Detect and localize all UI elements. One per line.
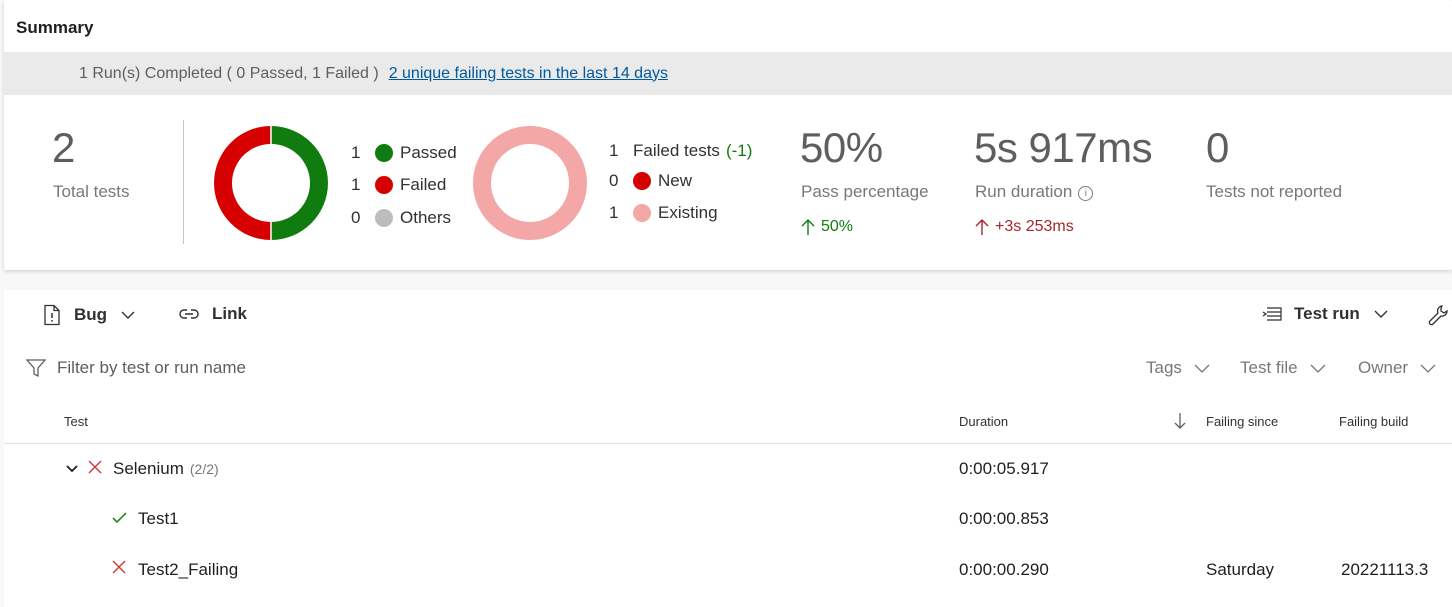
divider bbox=[183, 120, 184, 244]
legend-passed: 1 Passed bbox=[351, 143, 457, 162]
test-name: Test2_Failing bbox=[138, 560, 239, 579]
failed-x-icon bbox=[112, 560, 126, 574]
chevron-down-icon bbox=[1420, 364, 1436, 373]
outcome-donut-chart bbox=[214, 126, 328, 240]
arrow-up-icon bbox=[801, 219, 815, 235]
donut-slice-failed bbox=[214, 126, 271, 240]
sort-descending-icon[interactable] bbox=[1174, 412, 1186, 430]
info-icon[interactable]: i bbox=[1078, 186, 1094, 201]
filter-input[interactable]: Filter by test or run name bbox=[26, 358, 246, 378]
settings-button[interactable] bbox=[1428, 304, 1452, 326]
bug-button[interactable]: Bug bbox=[42, 304, 147, 326]
others-dot-icon bbox=[375, 209, 393, 227]
summary-title: Summary bbox=[16, 18, 94, 37]
not-reported-value: 0 bbox=[1206, 124, 1229, 171]
pass-percentage-label: Pass percentage bbox=[801, 182, 929, 201]
test-duration: 0:00:00.290 bbox=[959, 560, 1049, 579]
summary-card: Summary 1 Run(s) Completed ( 0 Passed, 1… bbox=[4, 0, 1452, 270]
run-duration-value: 5s 917ms bbox=[974, 124, 1153, 171]
toolbar: Bug Link Test run bbox=[4, 290, 1452, 338]
passed-dot-icon bbox=[375, 144, 393, 162]
group-by-icon bbox=[1262, 307, 1282, 321]
test-name: Test1 bbox=[138, 509, 179, 528]
failed-dot-icon bbox=[375, 176, 393, 194]
legend-existing: 1 Existing bbox=[609, 203, 718, 222]
results-panel: Bug Link Test run Filter by test or run … bbox=[4, 290, 1452, 607]
pass-percentage-trend: 50% bbox=[801, 218, 853, 236]
donut-slice-existing bbox=[473, 126, 587, 240]
run-duration-label: Run duration i bbox=[975, 182, 1094, 202]
run-summary-banner: 1 Run(s) Completed ( 0 Passed, 1 Failed … bbox=[4, 52, 1452, 95]
owner-dropdown[interactable]: Owner bbox=[1358, 358, 1436, 378]
legend-failed: 1 Failed bbox=[351, 175, 447, 194]
test-duration: 0:00:05.917 bbox=[959, 459, 1049, 478]
new-dot-icon bbox=[633, 172, 651, 190]
test-name: Selenium (2/2) bbox=[113, 459, 219, 478]
failed-tests-donut-chart bbox=[473, 126, 587, 240]
pass-percentage-value: 50% bbox=[800, 124, 883, 171]
test-run-dropdown[interactable]: Test run bbox=[1262, 304, 1400, 324]
total-tests-value: 2 bbox=[52, 124, 75, 171]
not-reported-label: Tests not reported bbox=[1206, 182, 1343, 201]
link-button[interactable]: Link bbox=[178, 304, 247, 324]
existing-dot-icon bbox=[633, 204, 651, 222]
total-tests-label: Total tests bbox=[53, 182, 130, 201]
arrow-up-icon bbox=[975, 219, 989, 235]
filter-bar: Filter by test or run name Tags Test fil… bbox=[4, 342, 1452, 394]
failing-since: Saturday bbox=[1206, 560, 1275, 579]
column-failing-since[interactable]: Failing since bbox=[1206, 414, 1278, 429]
chevron-down-icon bbox=[1194, 364, 1210, 373]
chevron-down-icon bbox=[1310, 364, 1326, 373]
bug-icon bbox=[44, 304, 60, 326]
passed-check-icon bbox=[112, 512, 127, 523]
legend-others: 0 Others bbox=[351, 208, 452, 227]
wrench-icon bbox=[1428, 305, 1448, 326]
column-duration[interactable]: Duration bbox=[959, 414, 1008, 429]
failing-build: 20221113.3 bbox=[1341, 560, 1429, 579]
chevron-down-icon[interactable] bbox=[66, 465, 78, 473]
chevron-down-icon bbox=[1374, 310, 1388, 318]
link-icon bbox=[179, 309, 199, 319]
test-file-dropdown[interactable]: Test file bbox=[1240, 358, 1326, 378]
table-row[interactable]: Test1 0:00:00.853 bbox=[4, 495, 1452, 545]
donut-slice-passed bbox=[271, 126, 328, 240]
column-failing-build[interactable]: Failing build bbox=[1339, 414, 1408, 429]
table-row[interactable]: Selenium (2/2) 0:00:05.917 bbox=[4, 445, 1452, 495]
column-test[interactable]: Test bbox=[64, 414, 88, 429]
tags-dropdown[interactable]: Tags bbox=[1146, 358, 1210, 378]
failed-tests-delta: (-1) bbox=[725, 141, 753, 160]
run-duration-trend: +3s 253ms bbox=[975, 218, 1074, 236]
legend-new: 0 New bbox=[609, 171, 693, 190]
runs-completed-text: 1 Run(s) Completed ( 0 Passed, 1 Failed … bbox=[79, 64, 379, 82]
table-header: Test Duration Failing since Failing buil… bbox=[4, 398, 1452, 444]
failed-tests-header: 1 Failed tests (-1) bbox=[609, 141, 753, 160]
table-row[interactable]: Test2_Failing 0:00:00.290 Saturday 20221… bbox=[4, 546, 1452, 596]
chevron-down-icon bbox=[121, 311, 135, 319]
filter-icon bbox=[26, 359, 46, 378]
failing-tests-link[interactable]: 2 unique failing tests in the last 14 da… bbox=[389, 65, 668, 83]
test-duration: 0:00:00.853 bbox=[959, 509, 1049, 528]
failed-x-icon bbox=[88, 460, 102, 474]
